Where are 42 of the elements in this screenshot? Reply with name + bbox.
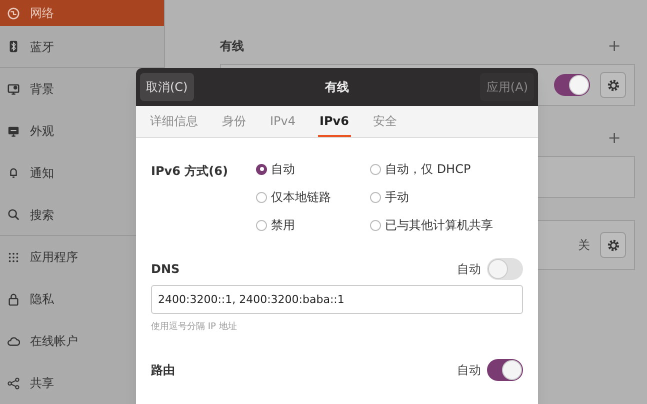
- bell-icon: [7, 166, 20, 180]
- settings-button[interactable]: [600, 72, 626, 98]
- radio-option[interactable]: 已与其他计算机共享: [370, 216, 493, 234]
- toggle-switch[interactable]: [487, 358, 523, 380]
- add-button[interactable]: +: [608, 130, 635, 146]
- cancel-button[interactable]: 取消(C): [140, 73, 194, 101]
- radio-option[interactable]: 自动: [256, 160, 370, 178]
- dialog-title: 有线: [325, 79, 349, 96]
- settings-icon: [606, 78, 620, 92]
- bluetooth-icon: [7, 40, 20, 53]
- add-button[interactable]: +: [608, 38, 635, 54]
- toggle-label: 自动: [457, 362, 481, 378]
- radio-option[interactable]: 禁用: [256, 216, 370, 234]
- radio-option[interactable]: 自动，仅 DHCP: [370, 160, 493, 178]
- radio-option[interactable]: 仅本地链路: [256, 188, 370, 206]
- tab[interactable]: IPv4: [268, 106, 298, 137]
- grid-icon: [7, 250, 20, 264]
- field-label: IPv6 方式(6): [151, 163, 229, 180]
- settings-icon: [606, 238, 620, 252]
- tab[interactable]: 身份: [220, 106, 248, 137]
- cloud-icon: [7, 334, 20, 348]
- lock-icon: [7, 292, 20, 306]
- tab[interactable]: IPv6: [318, 106, 351, 137]
- section-title: DNS: [151, 261, 180, 278]
- section-title: 有线: [220, 38, 244, 55]
- monitor-icon: [7, 124, 20, 138]
- dns-input-field[interactable]: 2400:3200::1, 2400:3200:baba::1: [151, 285, 523, 314]
- monitor-icon: [7, 82, 20, 96]
- toggle-switch[interactable]: [554, 74, 590, 96]
- tab[interactable]: 安全: [370, 106, 399, 137]
- sidebar-item[interactable]: 网络: [0, 0, 164, 26]
- settings-button[interactable]: [600, 232, 626, 258]
- toggle-switch[interactable]: [487, 258, 523, 280]
- hint-text: 使用逗号分隔 IP 地址: [151, 321, 238, 334]
- section-title: 路由: [151, 362, 175, 378]
- tab[interactable]: 详细信息: [148, 106, 200, 137]
- share-icon: [7, 376, 20, 390]
- toggle-label: 自动: [457, 261, 481, 278]
- status-text: 关: [578, 237, 590, 254]
- radio-option[interactable]: 手动: [370, 188, 493, 206]
- search-icon: [7, 208, 20, 221]
- sidebar-item[interactable]: 蓝牙: [0, 26, 164, 68]
